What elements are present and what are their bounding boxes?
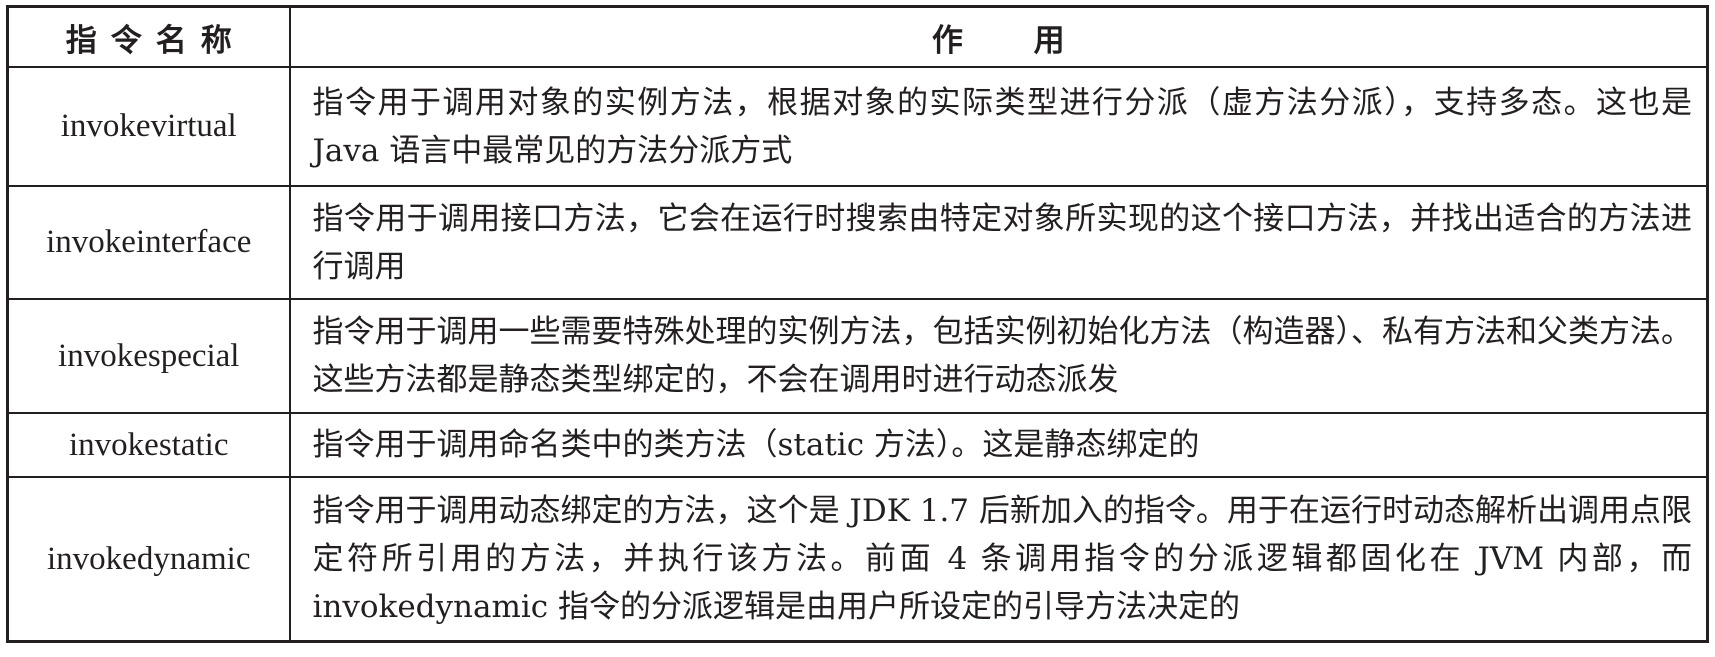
instruction-name-cell: invokestatic <box>6 412 291 478</box>
table-row: invokestatic 指令用于调用命名类中的类方法（static 方法）。这… <box>6 412 1709 478</box>
instruction-name-cell: invokedynamic <box>6 476 291 643</box>
invoke-instructions-table: 指令名称 作 用 invokevirtual 指令用于调用对象的实例方法，根据对… <box>6 5 1709 643</box>
instruction-name-cell: invokeinterface <box>6 185 291 300</box>
instruction-purpose-cell: 指令用于调用对象的实例方法，根据对象的实际类型进行分派（虚方法分派），支持多态。… <box>288 66 1709 187</box>
header-row: 指令名称 作 用 <box>6 5 1709 68</box>
table-row: invokedynamic 指令用于调用动态绑定的方法，这个是 JDK 1.7 … <box>6 476 1709 643</box>
table-row: invokevirtual 指令用于调用对象的实例方法，根据对象的实际类型进行分… <box>6 66 1709 187</box>
table-row: invokeinterface 指令用于调用接口方法，它会在运行时搜索由特定对象… <box>6 185 1709 300</box>
instruction-name-cell: invokevirtual <box>6 66 291 187</box>
instruction-name-cell: invokespecial <box>6 298 291 414</box>
header-instruction-name: 指令名称 <box>6 5 291 68</box>
instruction-purpose-cell: 指令用于调用动态绑定的方法，这个是 JDK 1.7 后新加入的指令。用于在运行时… <box>288 476 1709 643</box>
header-purpose: 作 用 <box>288 5 1709 68</box>
instruction-purpose-cell: 指令用于调用一些需要特殊处理的实例方法，包括实例初始化方法（构造器）、私有方法和… <box>288 298 1709 414</box>
table-row: invokespecial 指令用于调用一些需要特殊处理的实例方法，包括实例初始… <box>6 298 1709 414</box>
instruction-purpose-cell: 指令用于调用命名类中的类方法（static 方法）。这是静态绑定的 <box>288 412 1709 478</box>
instruction-purpose-cell: 指令用于调用接口方法，它会在运行时搜索由特定对象所实现的这个接口方法，并找出适合… <box>288 185 1709 300</box>
